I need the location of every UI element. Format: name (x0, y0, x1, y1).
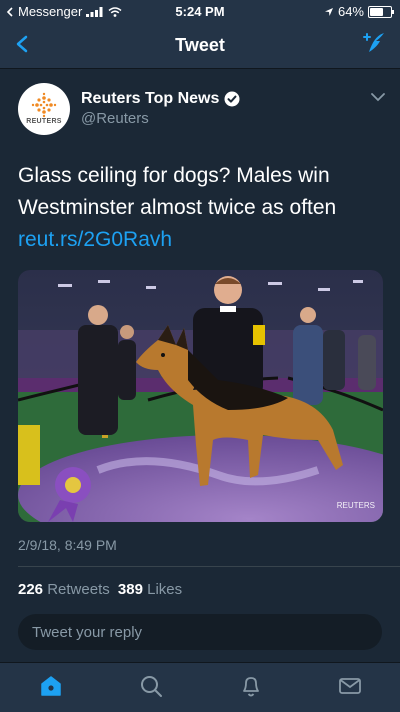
avatar-brand-text: REUTERS (26, 118, 62, 125)
search-icon[interactable] (138, 673, 164, 699)
tweet-stats: 226 Retweets 389 Likes (18, 581, 186, 598)
retweets-count-link[interactable]: 226 Retweets (18, 581, 110, 598)
tweet-text: Glass ceiling for dogs? Males win Westmi… (18, 164, 337, 219)
tab-bar (0, 662, 400, 712)
tweet-text-block: Glass ceiling for dogs? Males win Westmi… (18, 160, 378, 256)
tweet-media[interactable]: REUTERS (18, 270, 383, 522)
reply-input[interactable] (18, 614, 382, 650)
author-name-row[interactable]: Reuters Top News (81, 90, 240, 108)
tweet-author: REUTERS Reuters Top News @Reuters (18, 83, 388, 143)
tweet-link[interactable]: reut.rs/2G0Ravh (18, 224, 378, 256)
likes-count: 389 (117, 581, 143, 598)
author-handle[interactable]: @Reuters (81, 110, 149, 127)
notifications-icon[interactable] (238, 673, 264, 699)
home-icon[interactable] (38, 673, 64, 699)
messages-icon[interactable] (337, 673, 363, 699)
retweets-label: Retweets (47, 581, 110, 598)
dog-show-photo: REUTERS (18, 270, 383, 522)
nav-bar: Tweet (0, 22, 400, 69)
retweets-count: 226 (18, 581, 44, 598)
divider (18, 566, 400, 567)
battery-percent: 64% (337, 4, 364, 19)
likes-label: Likes (147, 581, 183, 598)
status-bar: Messenger 5:24 PM 64% (0, 0, 400, 22)
status-bar-right: 64% (324, 4, 394, 19)
compose-tweet-icon[interactable] (360, 30, 388, 58)
location-icon (324, 7, 333, 16)
chevron-down-icon[interactable] (370, 91, 386, 103)
page-title: Tweet (175, 35, 225, 55)
tweet-timestamp: 2/9/18, 8:49 PM (18, 537, 117, 553)
battery-icon (368, 5, 394, 18)
likes-count-link[interactable]: 389 Likes (118, 581, 182, 598)
reuters-logo-icon (31, 92, 57, 118)
avatar[interactable]: REUTERS (18, 83, 70, 135)
verified-badge-icon (224, 91, 240, 107)
photo-watermark: REUTERS (337, 501, 375, 510)
author-name[interactable]: Reuters Top News (81, 90, 219, 108)
